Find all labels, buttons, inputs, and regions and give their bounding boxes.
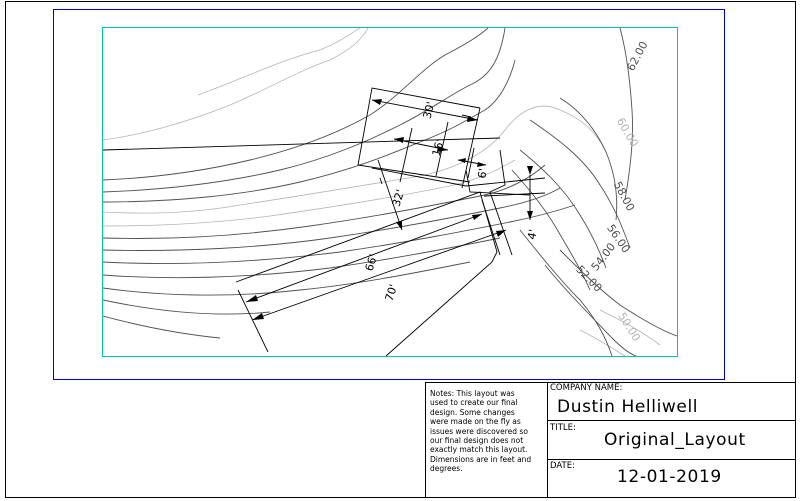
dim-label-30ft: 30' [421, 100, 438, 120]
topography [103, 28, 677, 356]
company-name-value: Dustin Helliwell [557, 397, 699, 417]
dim-label-16ft: 16' [430, 138, 447, 158]
contour-label-54: 54.00 [589, 240, 619, 273]
contour-label-58: 58.00 [611, 179, 637, 213]
dimension-lines [237, 99, 531, 353]
dim-label-32ft: 32' [390, 188, 408, 208]
dim-label-6ft: 6' [475, 167, 490, 179]
contour-label-62: 62.00 [624, 39, 650, 73]
drawing-sheet: 62.00 60.00 58.00 56.00 54.00 52.00 50.0… [5, 1, 796, 498]
date-label: DATE: [550, 461, 575, 471]
contour-lines-dark [103, 28, 677, 356]
company-name-label: COMPANY NAME: [550, 383, 623, 393]
contour-lines-light [103, 28, 661, 356]
dim-label-4ft: 4' [525, 228, 540, 241]
plot-edge-upper [357, 87, 481, 166]
contour-label-50: 50.00 [615, 310, 643, 344]
date-value: 12-01-2019 [617, 467, 722, 487]
title-label: TITLE: [550, 423, 576, 433]
dim-label-66ft: 66' [363, 253, 381, 273]
layout-linework [102, 87, 546, 357]
drawing-frame [102, 27, 678, 357]
dim-label-70ft: 70' [383, 283, 401, 303]
notes-text: Notes: This layout was used to create ou… [430, 389, 532, 474]
structure-line-a [357, 164, 471, 183]
title-value: Original_Layout [604, 430, 746, 450]
contour-label-60: 60.00 [614, 116, 641, 150]
